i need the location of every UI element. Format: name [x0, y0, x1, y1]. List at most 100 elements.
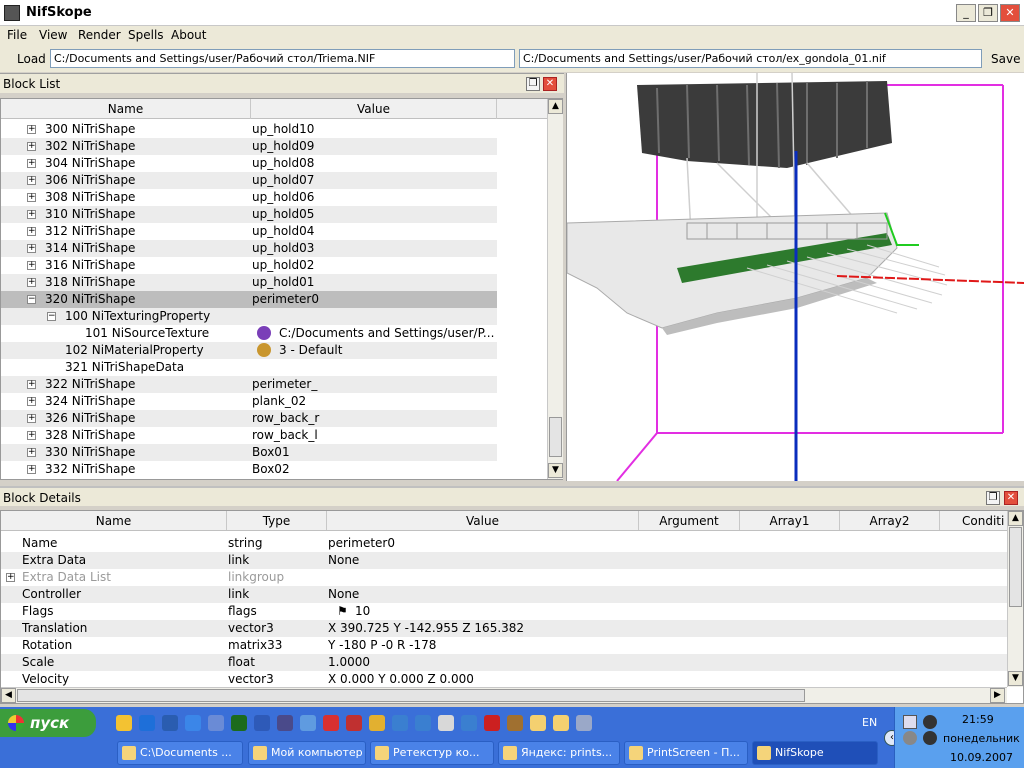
detail-row[interactable]: Velocity vector3 X 0.000 Y 0.000 Z 0.000	[1, 671, 1007, 687]
column-argument[interactable]: Argument	[639, 511, 740, 530]
collapse-icon[interactable]: −	[47, 312, 56, 321]
quick-launch-icon[interactable]	[553, 715, 569, 731]
block-list-row[interactable]: +318 NiTriShape up_hold01	[1, 274, 497, 291]
bug-icon[interactable]	[923, 715, 937, 729]
quick-launch-icon[interactable]	[507, 715, 523, 731]
expand-icon[interactable]: +	[27, 125, 36, 134]
expand-icon[interactable]: +	[27, 142, 36, 151]
quick-launch-icon[interactable]	[162, 715, 178, 731]
block-list-tree[interactable]: Name Value +300 NiTriShape up_hold10 +302 …	[0, 98, 563, 480]
close-icon[interactable]: ✕	[1004, 491, 1018, 505]
detail-row[interactable]: + Extra Data List linkgroup	[1, 569, 1007, 586]
block-list-row[interactable]: +302 NiTriShape up_hold09	[1, 138, 497, 155]
block-list-row[interactable]: +332 NiTriShape Box02	[1, 461, 497, 478]
undock-icon[interactable]: ❐	[526, 77, 540, 91]
quick-launch-icon[interactable]	[185, 715, 201, 731]
block-list-row[interactable]: 101 NiSourceTexture C:/Documents and Sett…	[1, 325, 497, 342]
scroll-down-icon[interactable]: ▼	[1008, 671, 1023, 686]
column-name[interactable]: Name	[1, 511, 227, 530]
expand-icon[interactable]: +	[27, 278, 36, 287]
render-viewport[interactable]	[566, 73, 1024, 481]
scroll-thumb[interactable]	[549, 417, 562, 457]
block-list-row[interactable]: +308 NiTriShape up_hold06	[1, 189, 497, 206]
menu-spells[interactable]: Spells	[128, 28, 164, 42]
expand-icon[interactable]: +	[6, 573, 15, 582]
block-list-row[interactable]: +326 NiTriShape row_back_r	[1, 410, 497, 427]
block-list-row[interactable]: +322 NiTriShape perimeter_	[1, 376, 497, 393]
expand-icon[interactable]: +	[27, 448, 36, 457]
block-list-row[interactable]: +324 NiTriShape plank_02	[1, 393, 497, 410]
scroll-left-icon[interactable]: ◀	[1, 688, 16, 703]
quick-launch-icon[interactable]	[254, 715, 270, 731]
close-button[interactable]: ✕	[1000, 4, 1020, 22]
block-list-row[interactable]: +312 NiTriShape up_hold04	[1, 223, 497, 240]
quick-launch-icon[interactable]	[346, 715, 362, 731]
scroll-down-icon[interactable]: ▼	[548, 463, 563, 478]
block-list-row[interactable]: +314 NiTriShape up_hold03	[1, 240, 497, 257]
quick-launch-icon[interactable]	[300, 715, 316, 731]
expand-icon[interactable]: +	[27, 210, 36, 219]
column-condition[interactable]: Conditi	[940, 511, 1007, 530]
detail-row[interactable]: Controller link None	[1, 586, 1007, 603]
menu-file[interactable]: File	[7, 28, 27, 42]
column-array1[interactable]: Array1	[740, 511, 840, 530]
block-list-row[interactable]: +306 NiTriShape up_hold07	[1, 172, 497, 189]
scroll-up-icon[interactable]: ▲	[548, 99, 563, 114]
block-details-table[interactable]: Name Type Value Argument Array1 Array2 C…	[0, 510, 1024, 704]
block-list-row[interactable]: +316 NiTriShape up_hold02	[1, 257, 497, 274]
menu-render[interactable]: Render	[78, 28, 121, 42]
collapse-icon[interactable]: −	[27, 295, 36, 304]
quick-launch-icon[interactable]	[231, 715, 247, 731]
scroll-right-icon[interactable]: ▶	[990, 688, 1005, 703]
detail-row[interactable]: Rotation matrix33 Y -180 P -0 R -178	[1, 637, 1007, 654]
block-details-hscrollbar[interactable]: ◀ ▶	[1, 687, 1007, 703]
detail-row[interactable]: Extra Data link None	[1, 552, 1007, 569]
hscroll-thumb[interactable]	[17, 689, 805, 702]
taskbar-button[interactable]: Ретекстур ко...	[370, 741, 494, 765]
quick-launch-icon[interactable]	[369, 715, 385, 731]
block-list-row[interactable]: −320 NiTriShape perimeter0	[1, 291, 497, 308]
detail-row[interactable]: Scale float 1.0000	[1, 654, 1007, 671]
quick-launch-icon[interactable]	[415, 715, 431, 731]
expand-icon[interactable]: +	[27, 397, 36, 406]
scroll-thumb[interactable]	[1009, 527, 1022, 607]
maximize-button[interactable]: ❐	[978, 4, 998, 22]
expand-icon[interactable]: +	[27, 465, 36, 474]
close-icon[interactable]: ✕	[543, 77, 557, 91]
refresh-icon[interactable]	[903, 731, 917, 745]
quick-launch-icon[interactable]	[392, 715, 408, 731]
quick-launch-icon[interactable]	[277, 715, 293, 731]
clock-time[interactable]: 21:59	[962, 713, 994, 726]
quick-launch-icon[interactable]	[530, 715, 546, 731]
load-path-input[interactable]: C:/Documents and Settings/user/Рабочий с…	[50, 49, 515, 68]
block-list-row[interactable]: 321 NiTriShapeData	[1, 359, 497, 376]
expand-icon[interactable]: +	[27, 176, 36, 185]
bug-icon[interactable]	[923, 731, 937, 745]
block-list-row[interactable]: +310 NiTriShape up_hold05	[1, 206, 497, 223]
quick-launch-icon[interactable]	[116, 715, 132, 731]
column-value[interactable]: Value	[251, 99, 497, 119]
detail-row[interactable]: Translation vector3 X 390.725 Y -142.955 Z…	[1, 620, 1007, 637]
taskbar-button[interactable]: NifSkope	[752, 741, 878, 765]
expand-icon[interactable]: +	[27, 380, 36, 389]
quick-launch-icon[interactable]	[576, 715, 592, 731]
column-name[interactable]: Name	[1, 99, 251, 119]
undock-icon[interactable]: ❐	[986, 491, 1000, 505]
tray-app-icon[interactable]	[903, 715, 917, 729]
block-list-row[interactable]: −100 NiTexturingProperty	[1, 308, 497, 325]
taskbar-button[interactable]: C:\Documents ...	[117, 741, 243, 765]
expand-icon[interactable]: +	[27, 414, 36, 423]
block-list-row[interactable]: +330 NiTriShape Box01	[1, 444, 497, 461]
block-details-vscrollbar[interactable]: ▲ ▼	[1007, 511, 1023, 687]
menu-view[interactable]: View	[39, 28, 67, 42]
expand-icon[interactable]: +	[27, 227, 36, 236]
minimize-button[interactable]: _	[956, 4, 976, 22]
taskbar-button[interactable]: PrintScreen - П...	[624, 741, 748, 765]
detail-row[interactable]: Flags flags ⚑ 10	[1, 603, 1007, 620]
quick-launch-icon[interactable]	[438, 715, 454, 731]
expand-icon[interactable]: +	[27, 244, 36, 253]
block-list-row[interactable]: +328 NiTriShape row_back_l	[1, 427, 497, 444]
expand-icon[interactable]: +	[27, 431, 36, 440]
save-path-input[interactable]: C:/Documents and Settings/user/Рабочий с…	[519, 49, 982, 68]
column-type[interactable]: Type	[227, 511, 327, 530]
